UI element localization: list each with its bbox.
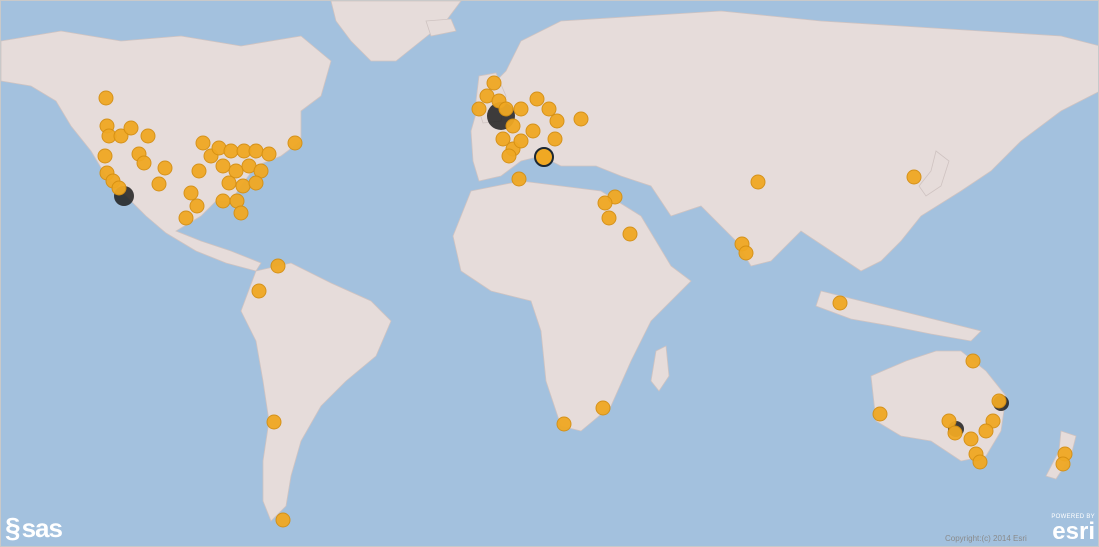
land-layer: [1, 1, 1098, 522]
data-marker[interactable]: [261, 146, 277, 162]
data-marker[interactable]: [501, 148, 517, 164]
data-marker[interactable]: [505, 118, 521, 134]
data-marker[interactable]: [750, 174, 766, 190]
data-marker[interactable]: [511, 171, 527, 187]
data-marker[interactable]: [486, 75, 502, 91]
data-marker[interactable]: [513, 133, 529, 149]
data-marker[interactable]: [595, 400, 611, 416]
data-marker[interactable]: [266, 414, 282, 430]
data-marker[interactable]: [513, 101, 529, 117]
data-marker[interactable]: [597, 195, 613, 211]
data-marker[interactable]: [556, 416, 572, 432]
data-marker[interactable]: [235, 178, 251, 194]
data-marker[interactable]: [270, 258, 286, 274]
data-marker[interactable]: [832, 295, 848, 311]
data-marker[interactable]: [151, 176, 167, 192]
data-marker[interactable]: [195, 135, 211, 151]
data-marker[interactable]: [111, 180, 127, 196]
data-marker[interactable]: [991, 393, 1007, 409]
data-marker[interactable]: [183, 185, 199, 201]
data-marker[interactable]: [215, 158, 231, 174]
esri-logo[interactable]: POWERED BY esri: [1041, 513, 1095, 545]
south-america: [240, 262, 392, 522]
iceland: [425, 18, 457, 37]
data-marker[interactable]: [191, 163, 207, 179]
sas-logo: § sas: [5, 512, 63, 543]
data-marker[interactable]: [215, 193, 231, 209]
africa: [452, 180, 692, 432]
data-marker[interactable]: [189, 198, 205, 214]
world-map[interactable]: § sas Copyright:(c) 2014 Esri POWERED BY…: [0, 0, 1099, 547]
data-marker[interactable]: [248, 175, 264, 191]
data-marker[interactable]: [251, 283, 267, 299]
copyright-text: Copyright:(c) 2014 Esri: [945, 534, 1027, 543]
selected-marker[interactable]: [534, 147, 554, 167]
data-marker[interactable]: [157, 160, 173, 176]
map-canvas[interactable]: [1, 1, 1099, 547]
sas-swirl-icon: §: [5, 512, 21, 543]
data-marker[interactable]: [140, 128, 156, 144]
data-marker[interactable]: [738, 245, 754, 261]
sas-logo-text: sas: [21, 512, 63, 543]
data-marker[interactable]: [573, 111, 589, 127]
data-marker[interactable]: [601, 210, 617, 226]
australia: [870, 350, 1007, 462]
data-marker[interactable]: [1055, 456, 1071, 472]
data-marker[interactable]: [221, 175, 237, 191]
data-marker[interactable]: [965, 353, 981, 369]
data-marker[interactable]: [136, 155, 152, 171]
data-marker[interactable]: [529, 91, 545, 107]
data-marker[interactable]: [978, 423, 994, 439]
data-marker[interactable]: [233, 205, 249, 221]
data-marker[interactable]: [178, 210, 194, 226]
north-america: [1, 30, 332, 272]
data-marker[interactable]: [906, 169, 922, 185]
madagascar: [650, 345, 670, 392]
data-marker[interactable]: [123, 120, 139, 136]
data-marker[interactable]: [972, 454, 988, 470]
data-marker[interactable]: [547, 131, 563, 147]
data-marker[interactable]: [541, 101, 557, 117]
data-marker[interactable]: [275, 512, 291, 528]
data-marker[interactable]: [223, 143, 239, 159]
data-marker[interactable]: [947, 425, 963, 441]
data-marker[interactable]: [963, 431, 979, 447]
data-marker[interactable]: [248, 143, 264, 159]
data-marker[interactable]: [549, 113, 565, 129]
esri-logo-text: esri: [1052, 518, 1095, 545]
data-marker[interactable]: [98, 90, 114, 106]
data-marker[interactable]: [498, 101, 514, 117]
data-marker[interactable]: [287, 135, 303, 151]
data-marker[interactable]: [525, 123, 541, 139]
data-marker[interactable]: [622, 226, 638, 242]
data-marker[interactable]: [97, 148, 113, 164]
data-marker[interactable]: [872, 406, 888, 422]
data-marker[interactable]: [471, 101, 487, 117]
